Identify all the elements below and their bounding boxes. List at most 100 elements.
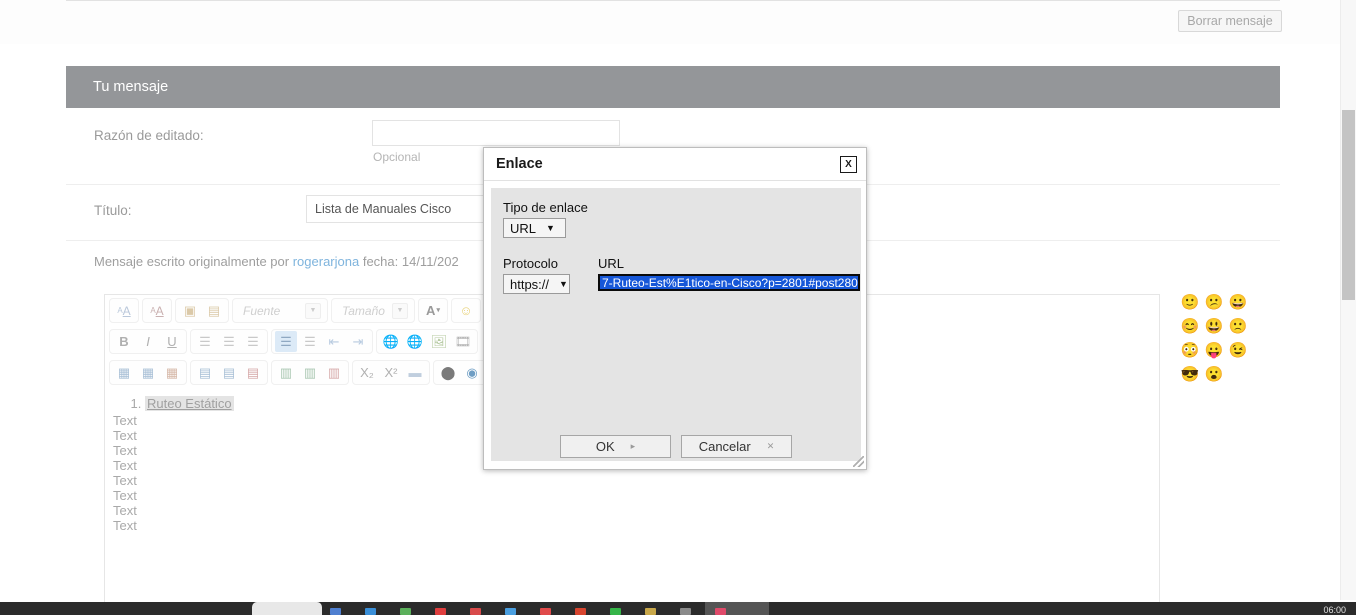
dialog-body: Tipo de enlace URL ▼ Protocolo https:// … — [491, 188, 861, 433]
link-type-value: URL — [510, 221, 536, 236]
align-left-icon[interactable]: ☰ — [194, 331, 216, 352]
taskbar-app-icon[interactable] — [645, 608, 656, 615]
url-input[interactable]: 7-Ruteo-Est%E1tico-en-Cisco?p=2801#post2… — [598, 274, 860, 291]
insert-column-right-icon[interactable]: ▤ — [218, 362, 240, 383]
emoticon-surprised[interactable]: 😮 — [1202, 362, 1226, 386]
toolbar-group-lists: ☰ ☰ ⇤ ⇥ — [271, 329, 373, 354]
delete-column-icon[interactable]: ▤ — [242, 362, 264, 383]
taskbar-start-button[interactable] — [252, 602, 322, 615]
emoticon-confused[interactable]: 😕 — [1202, 290, 1226, 314]
dialog-resize-handle[interactable] — [853, 456, 864, 467]
ok-button[interactable]: OK ▸ — [560, 435, 671, 458]
taskbar-app-icon[interactable] — [435, 608, 446, 615]
taskbar-app-icon[interactable] — [330, 608, 341, 615]
underline-icon[interactable]: U — [161, 331, 183, 352]
taskbar-app-icon[interactable] — [540, 608, 551, 615]
align-right-icon[interactable]: ☰ — [242, 331, 264, 352]
audio-icon[interactable]: ◉ — [461, 362, 483, 383]
insert-link-icon[interactable]: 🌐 — [380, 331, 402, 352]
remove-format-icon[interactable]: AA — [146, 300, 168, 321]
emoticon-smile[interactable]: 🙂 — [1178, 290, 1202, 314]
toolbar-group-emoticon: ☺ — [451, 298, 481, 323]
close-icon[interactable]: X — [840, 156, 857, 173]
toolbar-group-table: ▦ ▦ ▦ — [109, 360, 187, 385]
delete-message-button[interactable]: Borrar mensaje — [1178, 10, 1282, 32]
close-x-icon: ✕ — [767, 441, 775, 452]
unlink-icon[interactable]: 🌐 — [404, 331, 426, 352]
emoticon-icon[interactable]: ☺ — [455, 300, 477, 321]
message-origin-suffix: fecha: 14/11/202 — [359, 254, 459, 269]
message-author-link[interactable]: rogerarjona — [293, 254, 360, 269]
url-field: URL 7-Ruteo-Est%E1tico-en-Cisco?p=2801#p… — [598, 256, 860, 294]
link-type-select[interactable]: URL ▼ — [503, 218, 566, 238]
taskbar-app-icon[interactable] — [505, 608, 516, 615]
delete-table-icon[interactable]: ▦ — [161, 362, 183, 383]
italic-icon[interactable]: I — [137, 331, 159, 352]
taskbar-app-icon[interactable] — [610, 608, 621, 615]
taskbar-clock: 06:00 — [1323, 605, 1346, 615]
arrow-right-icon: ▸ — [631, 441, 636, 452]
link-type-field: Tipo de enlace URL ▼ — [503, 200, 861, 238]
page-top-strip: Borrar mensaje — [0, 0, 1340, 44]
insert-column-left-icon[interactable]: ▤ — [194, 362, 216, 383]
align-center-icon[interactable]: ☰ — [218, 331, 240, 352]
dialog-titlebar[interactable]: Enlace X — [484, 148, 866, 181]
taskbar-app-icon[interactable] — [575, 608, 586, 615]
text-color-icon[interactable]: A▾ — [422, 300, 444, 321]
taskbar-app-icon[interactable] — [715, 608, 726, 615]
emoticon-tongue[interactable]: 😛 — [1202, 338, 1226, 362]
toolbar-group-script: X₂ X² ▬ — [352, 360, 430, 385]
cancel-button[interactable]: Cancelar ✕ — [681, 435, 792, 458]
insert-video-icon[interactable]: 🎞 — [452, 331, 474, 352]
emoticon-picker: 🙂 😕 😀 😊 😃 🙁 😳 😛 😉 😎 😮 — [1178, 290, 1248, 386]
superscript-icon[interactable]: X² — [380, 362, 402, 383]
paste-word-icon[interactable]: ▤ — [203, 300, 225, 321]
panel-title: Tu mensaje — [66, 66, 1280, 108]
taskbar-app-icon[interactable] — [680, 608, 691, 615]
indent-icon[interactable]: ⇥ — [347, 331, 369, 352]
selected-link-text[interactable]: Ruteo Estático — [145, 396, 234, 411]
emoticon-grin[interactable]: 😀 — [1226, 290, 1250, 314]
taskbar-app-icon[interactable] — [400, 608, 411, 615]
sphere-icon[interactable]: ⬤ — [437, 362, 459, 383]
link-dialog: Enlace X Tipo de enlace URL ▼ Protocolo … — [483, 147, 867, 470]
bold-icon[interactable]: B — [113, 331, 135, 352]
size-select[interactable]: Tamaño ▼ — [335, 300, 411, 321]
reason-input[interactable] — [372, 120, 620, 146]
delete-row-icon[interactable]: ▥ — [323, 362, 345, 383]
table-properties-icon[interactable]: ▦ — [137, 362, 159, 383]
message-origin-info: Mensaje escrito originalmente por rogera… — [94, 254, 459, 269]
toolbar-group-insert: 🌐 🌐 🖼 🎞 — [376, 329, 478, 354]
taskbar-app-icon[interactable] — [365, 608, 376, 615]
emoticon-laugh[interactable]: 😃 — [1202, 314, 1226, 338]
toolbar-group-paste: ▣ ▤ — [175, 298, 229, 323]
editor-line: Text — [105, 518, 1159, 533]
toolbar-group-rows: ▥ ▥ ▥ — [271, 360, 349, 385]
insert-row-below-icon[interactable]: ▥ — [299, 362, 321, 383]
emoticon-sad[interactable]: 🙁 — [1226, 314, 1250, 338]
page-scrollbar[interactable] — [1340, 0, 1356, 600]
emoticon-happy[interactable]: 😊 — [1178, 314, 1202, 338]
spell-check-icon[interactable]: AA — [113, 300, 135, 321]
insert-image-icon[interactable]: 🖼 — [428, 331, 450, 352]
horizontal-rule-icon[interactable]: ▬ — [404, 362, 426, 383]
outdent-icon[interactable]: ⇤ — [323, 331, 345, 352]
taskbar-app-icon[interactable] — [470, 608, 481, 615]
font-select[interactable]: Fuente ▼ — [236, 300, 324, 321]
insert-row-above-icon[interactable]: ▥ — [275, 362, 297, 383]
emoticon-blush[interactable]: 😳 — [1178, 338, 1202, 362]
emoticon-cool[interactable]: 😎 — [1178, 362, 1202, 386]
ordered-list-icon[interactable]: ☰ — [275, 331, 297, 352]
toolbar-group-removeformat: AA — [142, 298, 172, 323]
paste-icon[interactable]: ▣ — [179, 300, 201, 321]
toolbar-group-columns: ▤ ▤ ▤ — [190, 360, 268, 385]
subscript-icon[interactable]: X₂ — [356, 362, 378, 383]
emoticon-wink[interactable]: 😉 — [1226, 338, 1250, 362]
toolbar-group-align: ☰ ☰ ☰ — [190, 329, 268, 354]
unordered-list-icon[interactable]: ☰ — [299, 331, 321, 352]
insert-table-icon[interactable]: ▦ — [113, 362, 135, 383]
protocol-select[interactable]: https:// ▼ — [503, 274, 570, 294]
toolbar-group-font: Fuente ▼ — [232, 298, 328, 323]
scrollbar-thumb[interactable] — [1342, 110, 1355, 300]
taskbar-icons — [330, 602, 726, 615]
